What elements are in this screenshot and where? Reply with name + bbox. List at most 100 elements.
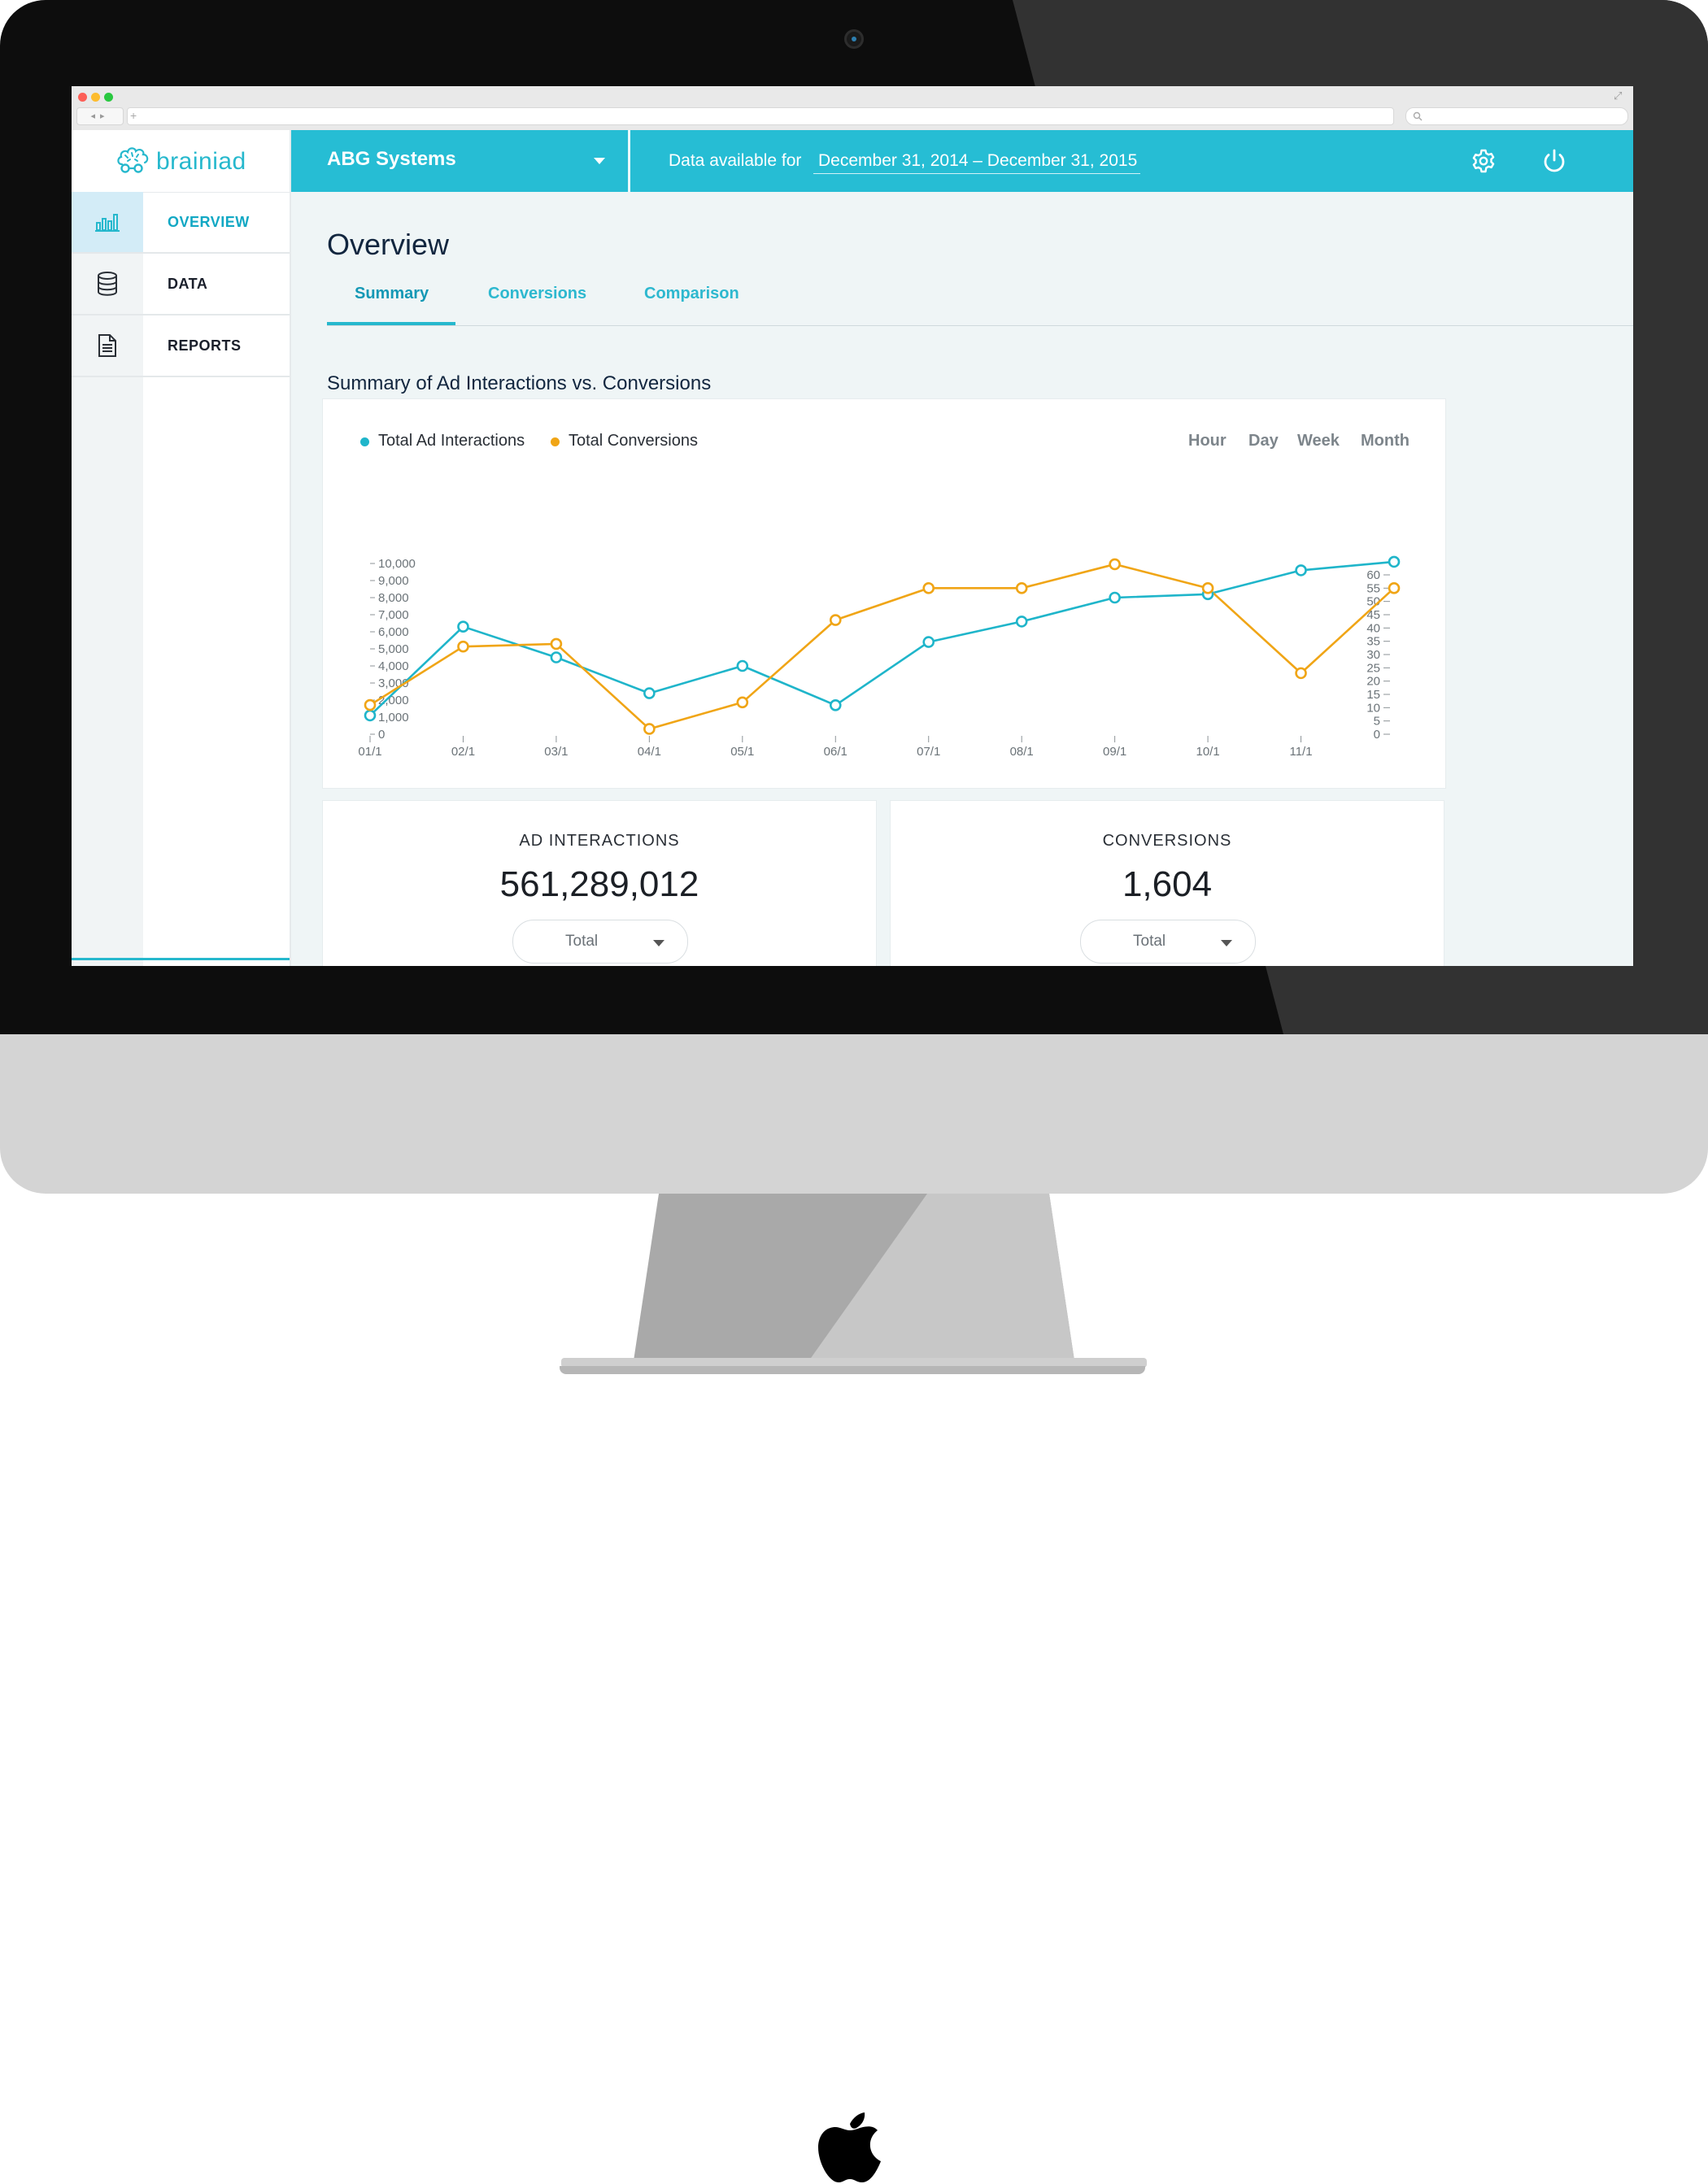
date-range-picker[interactable]: December 31, 2014 – December 31, 2015 (813, 151, 1141, 174)
x-axis-tick-label: 06/1 (824, 745, 847, 759)
range-day-button[interactable]: Day (1248, 432, 1279, 450)
aggregation-select[interactable]: Total (512, 920, 688, 964)
y-axis-right-tick-label: 60 (1366, 568, 1380, 582)
tab-conversions[interactable]: Conversions (488, 285, 586, 303)
fullscreen-icon[interactable]: ⤢ (1614, 89, 1622, 102)
apple-logo-icon (818, 2112, 881, 2182)
data-point-ad-interactions (1295, 564, 1307, 576)
data-point-conversions (1109, 558, 1121, 571)
screen: ⤢ ◂▸ + brainiad OVERVIEW DATA REPORTS AB… (72, 86, 1633, 966)
company-selector-label[interactable]: ABG Systems (327, 148, 456, 171)
data-point-conversions (1388, 582, 1401, 594)
sidebar-item-label: REPORTS (168, 337, 242, 354)
data-point-ad-interactions (457, 620, 469, 633)
legend-label-conversions: Total Conversions (569, 432, 698, 450)
brand-name: brainiad (156, 148, 246, 175)
y-axis-right-tick-label: 25 (1366, 661, 1380, 675)
tab-summary[interactable]: Summary (355, 285, 429, 303)
section-title: Summary of Ad Interactions vs. Conversio… (327, 372, 712, 394)
data-point-conversions (550, 637, 563, 650)
y-axis-left-tick-label: 7,000 (378, 608, 409, 622)
data-point-conversions (643, 723, 656, 735)
tab-comparison[interactable]: Comparison (644, 285, 739, 303)
data-point-conversions (364, 698, 377, 711)
legend-dot-conversions (551, 437, 560, 446)
x-axis-tick-label: 07/1 (917, 745, 940, 759)
imac-stand-foot (560, 1366, 1145, 1374)
range-month-button[interactable]: Month (1361, 432, 1410, 450)
y-axis-right-tick-label: 55 (1366, 581, 1380, 595)
y-axis-right-tick-label: 10 (1366, 701, 1380, 715)
y-axis-right-tick-label: 20 (1366, 675, 1380, 689)
imac-stand (561, 1194, 1147, 1368)
tabs-divider (327, 325, 1633, 326)
sidebar-item-data[interactable]: DATA (72, 254, 290, 315)
bar-chart-icon (72, 192, 143, 252)
select-value: Total (565, 933, 599, 950)
new-tab-plus-icon[interactable]: + (130, 108, 137, 123)
topbar: ABG Systems Data available for December … (291, 130, 1633, 192)
chart-card: Total Ad Interactions Total Conversions … (322, 398, 1446, 789)
data-point-conversions (1295, 667, 1307, 680)
y-axis-left-tick-label: 10,000 (378, 557, 416, 571)
search-icon (1413, 111, 1423, 121)
range-hour-button[interactable]: Hour (1188, 432, 1227, 450)
stat-label: AD INTERACTIONS (519, 832, 680, 850)
x-axis-tick-label: 09/1 (1103, 745, 1126, 759)
y-axis-left-tick-label: 4,000 (378, 659, 409, 673)
y-axis-right-tick-label: 5 (1374, 715, 1380, 729)
imac-bezel: ⤢ ◂▸ + brainiad OVERVIEW DATA REPORTS AB… (0, 0, 1708, 1034)
y-axis-left-tick-label: 6,000 (378, 625, 409, 639)
data-point-ad-interactions (922, 636, 935, 648)
sidebar-item-label: DATA (168, 276, 208, 292)
brand-header[interactable]: brainiad (72, 130, 290, 193)
minimize-window-button[interactable] (91, 93, 100, 102)
line-chart: 01,0002,0003,0004,0005,0006,0007,0008,00… (358, 555, 1401, 759)
power-icon[interactable] (1540, 146, 1569, 176)
y-axis-left-tick-label: 2,000 (378, 694, 409, 707)
x-axis-tick-label: 01/1 (358, 745, 381, 759)
back-forward-buttons[interactable]: ◂▸ (76, 107, 124, 125)
close-window-button[interactable] (78, 93, 87, 102)
zoom-window-button[interactable] (104, 93, 113, 102)
webcam (844, 29, 864, 49)
settings-gear-icon[interactable] (1469, 146, 1498, 176)
y-axis-right-tick-label: 40 (1366, 621, 1380, 635)
y-axis-right-tick-label: 15 (1366, 688, 1380, 702)
stat-value: 1,604 (1122, 864, 1213, 904)
stat-card-conversions: CONVERSIONS 1,604 Total (890, 800, 1444, 966)
data-available-label: Data available for (669, 151, 802, 170)
data-point-conversions (829, 614, 842, 626)
y-axis-left-tick-label: 0 (378, 728, 385, 742)
stat-label: CONVERSIONS (1102, 832, 1232, 850)
data-point-conversions (457, 640, 469, 653)
data-point-ad-interactions (829, 698, 842, 711)
data-point-ad-interactions (643, 687, 656, 699)
aggregation-select[interactable]: Total (1080, 920, 1256, 964)
range-week-button[interactable]: Week (1297, 432, 1340, 450)
data-point-conversions (922, 582, 935, 594)
y-axis-left-tick-label: 9,000 (378, 574, 409, 588)
chevron-down-icon[interactable] (594, 158, 605, 164)
page-title: Overview (327, 228, 450, 261)
legend-dot-interactions (360, 437, 369, 446)
address-bar[interactable] (127, 107, 1394, 125)
sidebar-item-reports[interactable]: REPORTS (72, 315, 290, 377)
data-point-ad-interactions (1015, 616, 1028, 628)
topbar-divider (628, 130, 630, 192)
x-axis-tick-label: 10/1 (1196, 745, 1219, 759)
sidebar-item-overview[interactable]: OVERVIEW (72, 192, 290, 254)
y-axis-left-tick-label: 1,000 (378, 711, 409, 724)
chevron-down-icon (653, 940, 664, 946)
data-point-conversions (736, 696, 749, 709)
brain-logo-icon (117, 147, 149, 173)
data-point-ad-interactions (1388, 555, 1401, 568)
sidebar-bottom-accent (72, 958, 290, 960)
y-axis-left-tick-label: 8,000 (378, 591, 409, 605)
x-axis-tick-label: 04/1 (638, 745, 661, 759)
x-axis-tick-label: 08/1 (1010, 745, 1034, 759)
x-axis-tick-label: 11/1 (1289, 745, 1312, 759)
data-point-ad-interactions (364, 709, 377, 722)
data-point-ad-interactions (1109, 591, 1121, 604)
browser-search-field[interactable] (1405, 107, 1628, 125)
